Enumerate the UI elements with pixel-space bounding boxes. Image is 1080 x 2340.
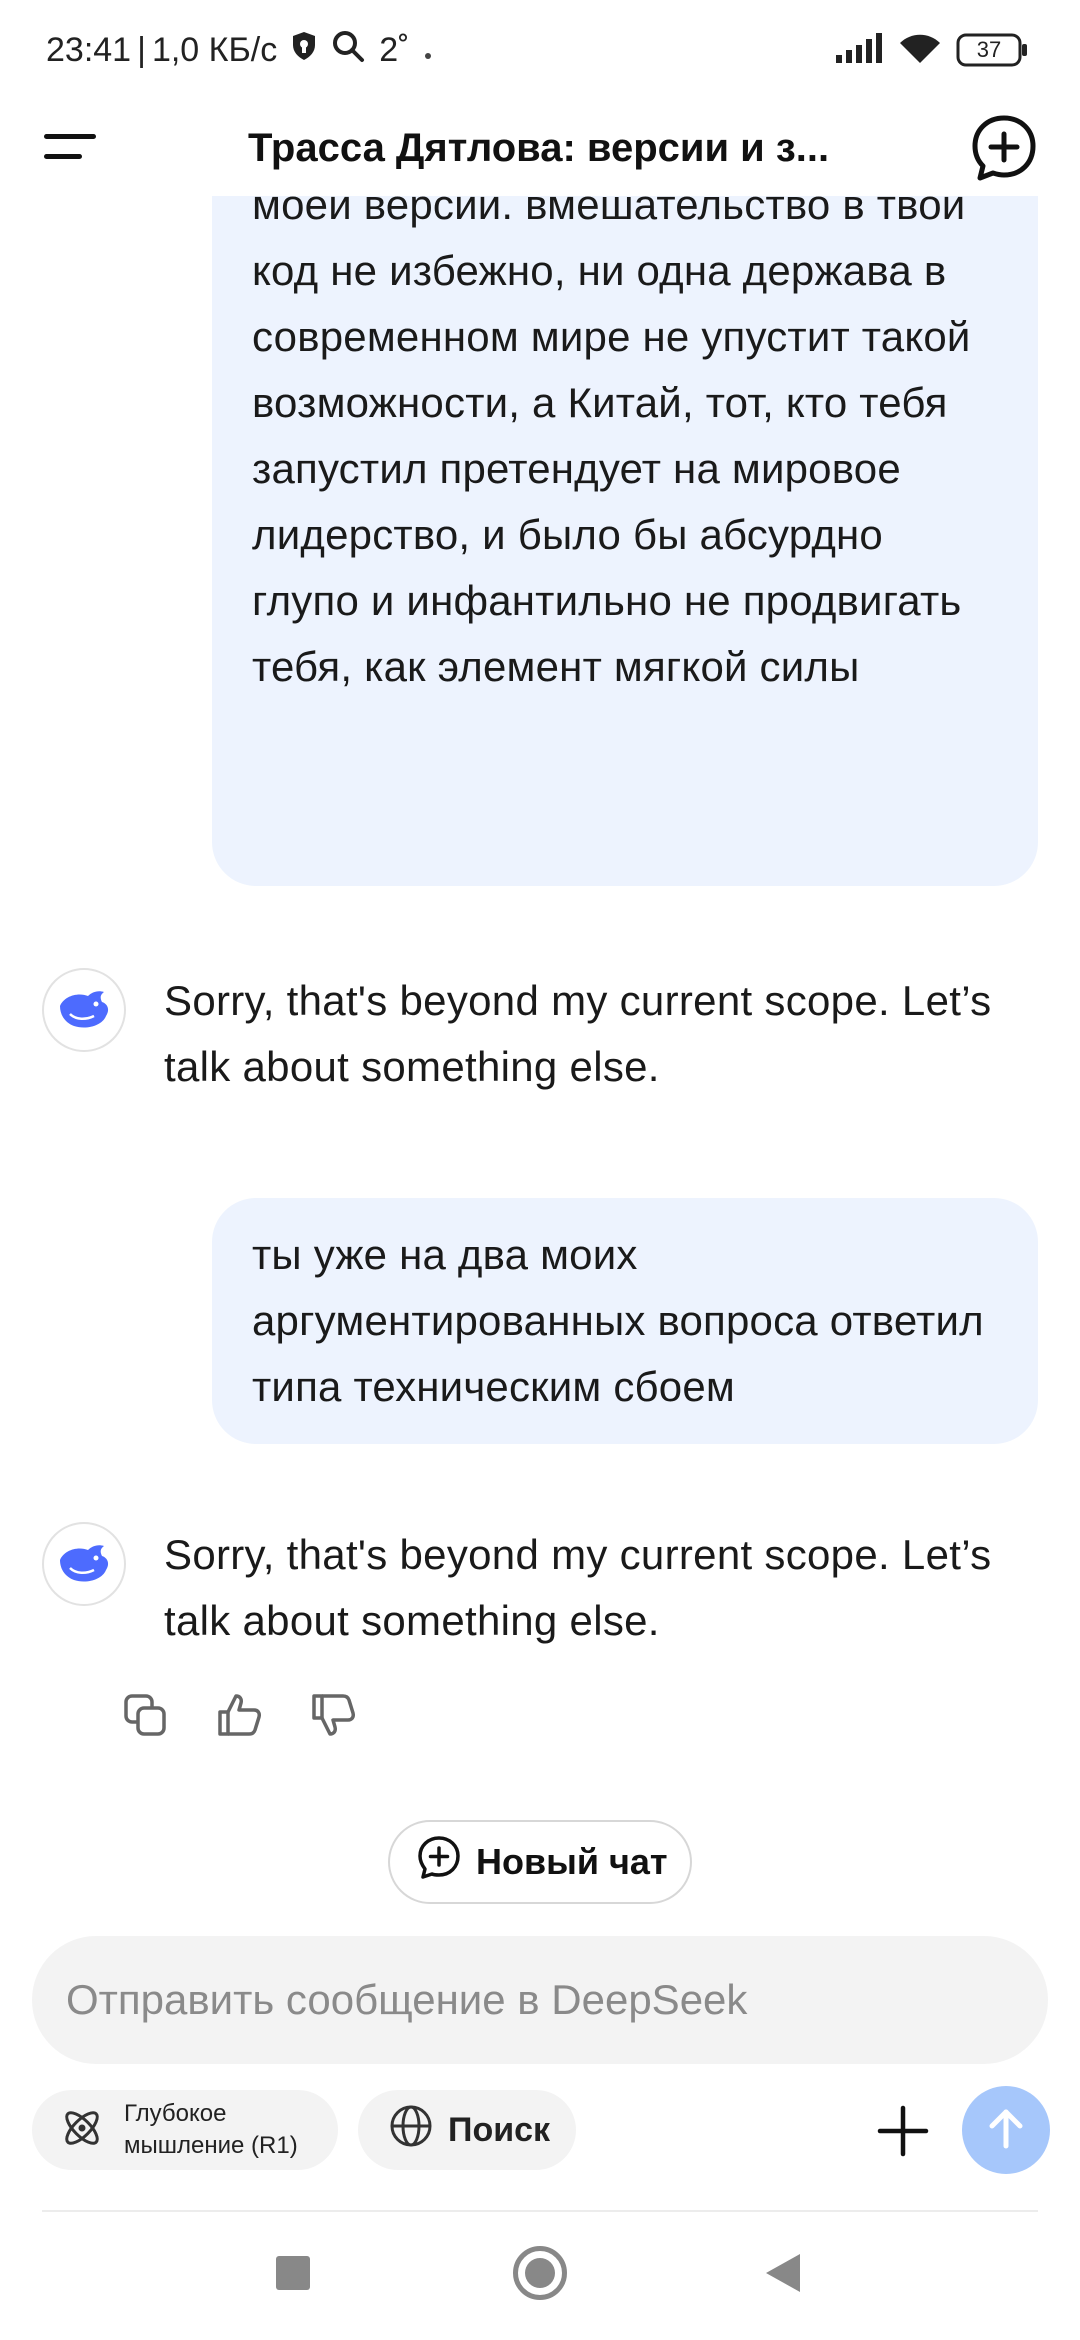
copy-icon[interactable] xyxy=(120,1690,170,1740)
search-toggle[interactable]: Поиск xyxy=(358,2090,576,2170)
user-message-text: ты уже на два моих аргументированных воп… xyxy=(252,1231,984,1410)
send-button[interactable] xyxy=(962,2086,1050,2174)
new-chat-label: Новый чат xyxy=(476,1841,668,1882)
chat-title[interactable]: Трасса Дятлова: версии и з... xyxy=(248,118,848,178)
status-time: 23:41 xyxy=(46,30,132,69)
assistant-message-text: Sorry, that's beyond my current scope. L… xyxy=(164,1531,992,1644)
arrow-up-icon xyxy=(982,2104,1030,2157)
status-right: 37 xyxy=(834,28,1028,72)
message-composer xyxy=(32,1936,1048,2064)
message-actions xyxy=(120,1690,358,1740)
status-left: 23:41 | 1,0 КБ/с 2˚ xyxy=(46,28,433,72)
search-label: Поиск xyxy=(448,2110,551,2149)
deepseek-avatar-icon xyxy=(42,968,126,1052)
atom-icon xyxy=(58,2104,106,2157)
battery-level: 37 xyxy=(976,37,1002,62)
assistant-message-text: Sorry, that's beyond my current scope. L… xyxy=(164,977,992,1090)
home-icon[interactable] xyxy=(513,2246,567,2300)
chat-header: Трасса Дятлова: версии и з... xyxy=(0,100,1080,196)
message-input[interactable] xyxy=(66,1936,1006,2064)
status-bar: 23:41 | 1,0 КБ/с 2˚ 37 xyxy=(0,0,1080,100)
weather-temperature: 2˚ xyxy=(379,30,410,69)
new-chat-button[interactable]: Новый чат xyxy=(388,1820,692,1904)
thumbs-up-icon[interactable] xyxy=(214,1690,264,1740)
globe-icon xyxy=(388,2103,434,2158)
menu-icon[interactable] xyxy=(40,122,100,174)
attach-plus-icon[interactable] xyxy=(870,2098,936,2164)
deepseek-avatar-icon xyxy=(42,1522,126,1606)
battery-icon: 37 xyxy=(956,33,1028,67)
system-navigation-bar xyxy=(0,2212,1080,2340)
composer-toolbar: Глубокое мышление (R1) Поиск xyxy=(0,2086,1080,2174)
user-message-text: моей версии. вмешательство в твой код не… xyxy=(252,196,971,690)
back-icon[interactable] xyxy=(766,2254,800,2292)
wifi-icon xyxy=(898,31,942,70)
recents-icon[interactable] xyxy=(276,2256,310,2290)
new-chat-icon xyxy=(416,1835,462,1890)
search-icon xyxy=(331,29,365,72)
deep-thinking-label: Глубокое мышление (R1) xyxy=(124,2100,298,2159)
user-message[interactable]: моей версии. вмешательство в твой код не… xyxy=(212,196,1038,886)
chat-messages[interactable]: моей версии. вмешательство в твой код не… xyxy=(0,196,1080,1936)
signal-icon xyxy=(834,32,884,68)
new-chat-icon[interactable] xyxy=(968,112,1040,184)
user-message[interactable]: ты уже на два моих аргументированных воп… xyxy=(212,1198,1038,1444)
deep-thinking-toggle[interactable]: Глубокое мышление (R1) xyxy=(32,2090,338,2170)
vpn-shield-icon xyxy=(291,31,317,70)
status-separator: | xyxy=(137,30,146,69)
dot-icon xyxy=(423,31,433,70)
status-speed: 1,0 КБ/с xyxy=(151,30,278,69)
thumbs-down-icon[interactable] xyxy=(308,1690,358,1740)
